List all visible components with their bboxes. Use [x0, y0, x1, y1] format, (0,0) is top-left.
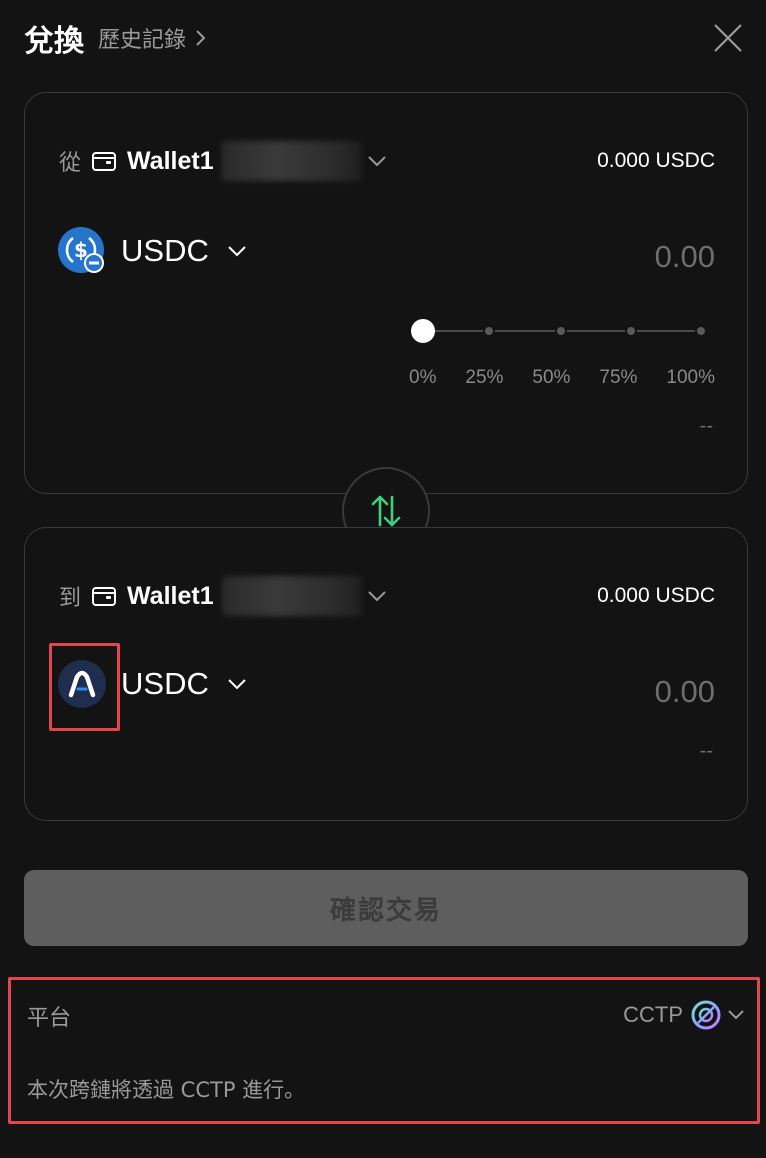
header: 兌換 歷史記錄: [24, 16, 746, 60]
from-balance: 0.000 USDC: [597, 149, 715, 172]
platform-selector[interactable]: CCTP: [623, 998, 745, 1032]
percent-option[interactable]: 75%: [599, 367, 637, 391]
platform-value: CCTP: [623, 1002, 683, 1027]
chevron-down-icon: [228, 679, 246, 690]
usdc-icon: $: [57, 226, 107, 276]
chain-token-icon: [57, 659, 107, 709]
amount-slider[interactable]: [411, 317, 715, 345]
cctp-icon: [691, 1000, 721, 1030]
platform-section: 平台 CCTP 本次跨鏈將透過 CCTP 進行。: [8, 977, 760, 1124]
wallet-address-blurred: [221, 576, 362, 616]
from-prefix: 從: [59, 151, 82, 176]
slider-stop-75[interactable]: [625, 325, 637, 337]
from-card: 從 Wallet1 0.000 USDC $ USDC 0.00 0% 25% …: [24, 92, 748, 494]
slider-stop-100[interactable]: [695, 325, 707, 337]
swap-arrows-icon: [371, 495, 401, 527]
chevron-down-icon: [228, 246, 246, 257]
to-card: 到 Wallet1 0.000 USDC USDC 0.00 --: [24, 527, 748, 821]
slider-thumb[interactable]: [411, 319, 435, 343]
to-wallet-name: Wallet1: [127, 581, 214, 610]
slider-stop-50[interactable]: [555, 325, 567, 337]
from-wallet-row: 從 Wallet1 0.000 USDC: [59, 141, 715, 181]
chevron-down-icon[interactable]: [366, 589, 388, 603]
percent-option[interactable]: 100%: [666, 367, 715, 391]
to-wallet-row: 到 Wallet1 0.000 USDC: [59, 576, 715, 616]
close-icon[interactable]: [710, 20, 746, 56]
percent-options: 0% 25% 50% 75% 100%: [409, 367, 715, 391]
from-wallet-name: Wallet1: [127, 146, 214, 175]
from-amount-input[interactable]: 0.00: [655, 239, 715, 275]
to-amount: 0.00: [654, 674, 715, 709]
to-prefix: 到: [59, 586, 82, 611]
to-fiat-value: --: [699, 740, 713, 762]
wallet-icon: [92, 587, 117, 606]
from-token-name: USDC: [121, 233, 209, 268]
slider-stop-25[interactable]: [483, 325, 495, 337]
percent-option[interactable]: 50%: [532, 367, 570, 391]
percent-option[interactable]: 0%: [409, 367, 436, 391]
from-token-selector[interactable]: $ USDC: [57, 225, 247, 277]
to-token-name: USDC: [121, 666, 209, 701]
wallet-icon: [92, 152, 117, 171]
percent-option[interactable]: 25%: [465, 367, 503, 391]
to-token-selector[interactable]: USDC: [57, 658, 247, 710]
confirm-transaction-button[interactable]: 確認交易: [24, 870, 748, 946]
chevron-down-icon: [728, 1010, 744, 1020]
chevron-right-icon: [196, 30, 206, 46]
to-balance: 0.000 USDC: [597, 584, 715, 607]
wallet-address-blurred: [221, 141, 362, 181]
platform-label: 平台: [27, 1006, 72, 1031]
from-fiat-value: --: [699, 415, 713, 437]
chevron-down-icon[interactable]: [366, 154, 388, 168]
page-title: 兌換: [24, 24, 84, 59]
history-label: 歷史記錄: [98, 28, 187, 53]
history-link[interactable]: 歷史記錄: [98, 22, 208, 54]
platform-note: 本次跨鏈將透過 CCTP 進行。: [27, 1078, 306, 1102]
